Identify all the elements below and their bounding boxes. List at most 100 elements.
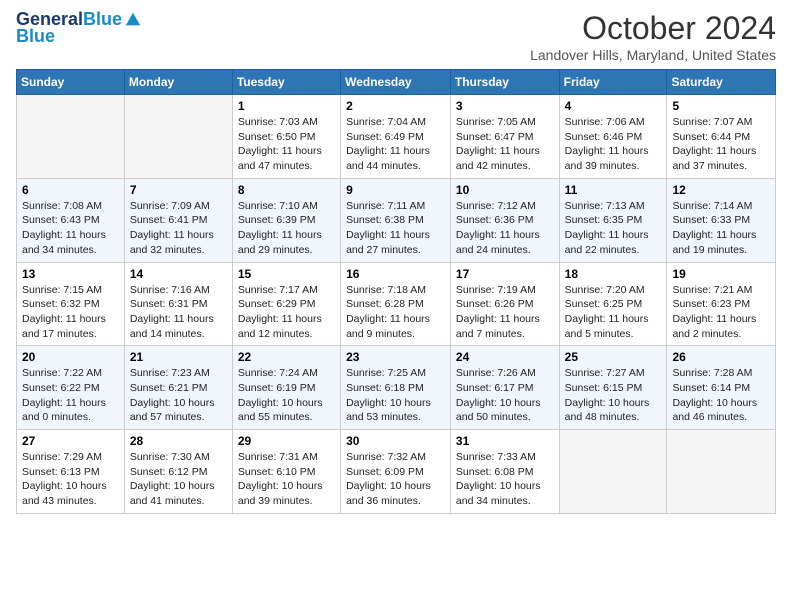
day-number: 13 bbox=[22, 267, 119, 281]
title-block: October 2024 Landover Hills, Maryland, U… bbox=[530, 10, 776, 63]
day-info: Sunrise: 7:11 AMSunset: 6:38 PMDaylight:… bbox=[346, 199, 445, 258]
header: GeneralBlue Blue October 2024 Landover H… bbox=[16, 10, 776, 63]
day-number: 9 bbox=[346, 183, 445, 197]
day-number: 24 bbox=[456, 350, 554, 364]
calendar-cell: 29 Sunrise: 7:31 AMSunset: 6:10 PMDayligh… bbox=[232, 430, 340, 514]
calendar-week-row: 1 Sunrise: 7:03 AMSunset: 6:50 PMDaylight… bbox=[17, 95, 776, 179]
day-number: 19 bbox=[672, 267, 770, 281]
calendar-cell bbox=[667, 430, 776, 514]
calendar-cell: 5 Sunrise: 7:07 AMSunset: 6:44 PMDaylight… bbox=[667, 95, 776, 179]
weekday-header-sunday: Sunday bbox=[17, 70, 125, 95]
weekday-header-monday: Monday bbox=[124, 70, 232, 95]
calendar-cell: 12 Sunrise: 7:14 AMSunset: 6:33 PMDayligh… bbox=[667, 178, 776, 262]
day-info: Sunrise: 7:03 AMSunset: 6:50 PMDaylight:… bbox=[238, 115, 335, 174]
day-number: 5 bbox=[672, 99, 770, 113]
calendar-cell: 16 Sunrise: 7:18 AMSunset: 6:28 PMDayligh… bbox=[341, 262, 451, 346]
calendar-cell: 19 Sunrise: 7:21 AMSunset: 6:23 PMDayligh… bbox=[667, 262, 776, 346]
day-info: Sunrise: 7:24 AMSunset: 6:19 PMDaylight:… bbox=[238, 366, 335, 425]
day-number: 3 bbox=[456, 99, 554, 113]
day-number: 14 bbox=[130, 267, 227, 281]
weekday-header-tuesday: Tuesday bbox=[232, 70, 340, 95]
calendar-cell: 20 Sunrise: 7:22 AMSunset: 6:22 PMDayligh… bbox=[17, 346, 125, 430]
calendar-week-row: 27 Sunrise: 7:29 AMSunset: 6:13 PMDayligh… bbox=[17, 430, 776, 514]
day-number: 26 bbox=[672, 350, 770, 364]
calendar-cell: 10 Sunrise: 7:12 AMSunset: 6:36 PMDayligh… bbox=[450, 178, 559, 262]
calendar-cell bbox=[124, 95, 232, 179]
calendar-cell: 11Sunrise: 7:13 AMSunset: 6:35 PMDayligh… bbox=[559, 178, 667, 262]
day-number: 15 bbox=[238, 267, 335, 281]
day-info: Sunrise: 7:04 AMSunset: 6:49 PMDaylight:… bbox=[346, 115, 445, 174]
day-number: 11 bbox=[565, 183, 662, 197]
calendar-cell: 17 Sunrise: 7:19 AMSunset: 6:26 PMDayligh… bbox=[450, 262, 559, 346]
day-info: Sunrise: 7:31 AMSunset: 6:10 PMDaylight:… bbox=[238, 450, 335, 509]
calendar-cell: 27 Sunrise: 7:29 AMSunset: 6:13 PMDayligh… bbox=[17, 430, 125, 514]
calendar-cell: 6Sunrise: 7:08 AMSunset: 6:43 PMDaylight… bbox=[17, 178, 125, 262]
calendar-cell: 4Sunrise: 7:06 AMSunset: 6:46 PMDaylight… bbox=[559, 95, 667, 179]
day-number: 28 bbox=[130, 434, 227, 448]
calendar-cell: 22 Sunrise: 7:24 AMSunset: 6:19 PMDayligh… bbox=[232, 346, 340, 430]
calendar-cell: 9 Sunrise: 7:11 AMSunset: 6:38 PMDaylight… bbox=[341, 178, 451, 262]
day-info: Sunrise: 7:12 AMSunset: 6:36 PMDaylight:… bbox=[456, 199, 554, 258]
day-number: 17 bbox=[456, 267, 554, 281]
day-info: Sunrise: 7:08 AMSunset: 6:43 PMDaylight:… bbox=[22, 199, 119, 258]
calendar-cell: 2 Sunrise: 7:04 AMSunset: 6:49 PMDaylight… bbox=[341, 95, 451, 179]
day-number: 30 bbox=[346, 434, 445, 448]
day-info: Sunrise: 7:15 AMSunset: 6:32 PMDaylight:… bbox=[22, 283, 119, 342]
calendar-cell: 15Sunrise: 7:17 AMSunset: 6:29 PMDayligh… bbox=[232, 262, 340, 346]
calendar-cell: 1 Sunrise: 7:03 AMSunset: 6:50 PMDaylight… bbox=[232, 95, 340, 179]
day-info: Sunrise: 7:09 AMSunset: 6:41 PMDaylight:… bbox=[130, 199, 227, 258]
calendar-cell: 23 Sunrise: 7:25 AMSunset: 6:18 PMDayligh… bbox=[341, 346, 451, 430]
calendar-cell: 14Sunrise: 7:16 AMSunset: 6:31 PMDayligh… bbox=[124, 262, 232, 346]
calendar-cell bbox=[17, 95, 125, 179]
day-info: Sunrise: 7:25 AMSunset: 6:18 PMDaylight:… bbox=[346, 366, 445, 425]
calendar-cell: 25 Sunrise: 7:27 AMSunset: 6:15 PMDayligh… bbox=[559, 346, 667, 430]
day-number: 12 bbox=[672, 183, 770, 197]
calendar-cell: 7 Sunrise: 7:09 AMSunset: 6:41 PMDaylight… bbox=[124, 178, 232, 262]
day-info: Sunrise: 7:33 AMSunset: 6:08 PMDaylight:… bbox=[456, 450, 554, 509]
day-number: 22 bbox=[238, 350, 335, 364]
day-info: Sunrise: 7:07 AMSunset: 6:44 PMDaylight:… bbox=[672, 115, 770, 174]
day-number: 7 bbox=[130, 183, 227, 197]
calendar-page: GeneralBlue Blue October 2024 Landover H… bbox=[0, 0, 792, 524]
day-info: Sunrise: 7:28 AMSunset: 6:14 PMDaylight:… bbox=[672, 366, 770, 425]
calendar-cell: 8Sunrise: 7:10 AMSunset: 6:39 PMDaylight… bbox=[232, 178, 340, 262]
calendar-cell: 13 Sunrise: 7:15 AMSunset: 6:32 PMDayligh… bbox=[17, 262, 125, 346]
calendar-week-row: 13 Sunrise: 7:15 AMSunset: 6:32 PMDayligh… bbox=[17, 262, 776, 346]
day-number: 18 bbox=[565, 267, 662, 281]
day-number: 20 bbox=[22, 350, 119, 364]
day-info: Sunrise: 7:19 AMSunset: 6:26 PMDaylight:… bbox=[456, 283, 554, 342]
day-info: Sunrise: 7:29 AMSunset: 6:13 PMDaylight:… bbox=[22, 450, 119, 509]
day-number: 1 bbox=[238, 99, 335, 113]
calendar-cell: 21Sunrise: 7:23 AMSunset: 6:21 PMDayligh… bbox=[124, 346, 232, 430]
day-info: Sunrise: 7:22 AMSunset: 6:22 PMDaylight:… bbox=[22, 366, 119, 425]
day-info: Sunrise: 7:14 AMSunset: 6:33 PMDaylight:… bbox=[672, 199, 770, 258]
calendar-cell bbox=[559, 430, 667, 514]
logo-icon bbox=[124, 11, 142, 29]
weekday-header-wednesday: Wednesday bbox=[341, 70, 451, 95]
day-number: 25 bbox=[565, 350, 662, 364]
calendar-week-row: 20 Sunrise: 7:22 AMSunset: 6:22 PMDayligh… bbox=[17, 346, 776, 430]
calendar-cell: 31 Sunrise: 7:33 AMSunset: 6:08 PMDayligh… bbox=[450, 430, 559, 514]
day-number: 2 bbox=[346, 99, 445, 113]
calendar-cell: 30 Sunrise: 7:32 AMSunset: 6:09 PMDayligh… bbox=[341, 430, 451, 514]
day-info: Sunrise: 7:21 AMSunset: 6:23 PMDaylight:… bbox=[672, 283, 770, 342]
day-number: 10 bbox=[456, 183, 554, 197]
day-number: 29 bbox=[238, 434, 335, 448]
calendar-table: SundayMondayTuesdayWednesdayThursdayFrid… bbox=[16, 69, 776, 514]
calendar-cell: 3Sunrise: 7:05 AMSunset: 6:47 PMDaylight… bbox=[450, 95, 559, 179]
day-number: 27 bbox=[22, 434, 119, 448]
day-info: Sunrise: 7:32 AMSunset: 6:09 PMDaylight:… bbox=[346, 450, 445, 509]
day-info: Sunrise: 7:06 AMSunset: 6:46 PMDaylight:… bbox=[565, 115, 662, 174]
day-info: Sunrise: 7:26 AMSunset: 6:17 PMDaylight:… bbox=[456, 366, 554, 425]
logo: GeneralBlue Blue bbox=[16, 10, 142, 47]
location: Landover Hills, Maryland, United States bbox=[530, 47, 776, 63]
day-info: Sunrise: 7:27 AMSunset: 6:15 PMDaylight:… bbox=[565, 366, 662, 425]
weekday-header-row: SundayMondayTuesdayWednesdayThursdayFrid… bbox=[17, 70, 776, 95]
day-number: 16 bbox=[346, 267, 445, 281]
day-info: Sunrise: 7:18 AMSunset: 6:28 PMDaylight:… bbox=[346, 283, 445, 342]
calendar-cell: 18Sunrise: 7:20 AMSunset: 6:25 PMDayligh… bbox=[559, 262, 667, 346]
day-number: 31 bbox=[456, 434, 554, 448]
day-number: 23 bbox=[346, 350, 445, 364]
calendar-cell: 28Sunrise: 7:30 AMSunset: 6:12 PMDayligh… bbox=[124, 430, 232, 514]
day-number: 21 bbox=[130, 350, 227, 364]
